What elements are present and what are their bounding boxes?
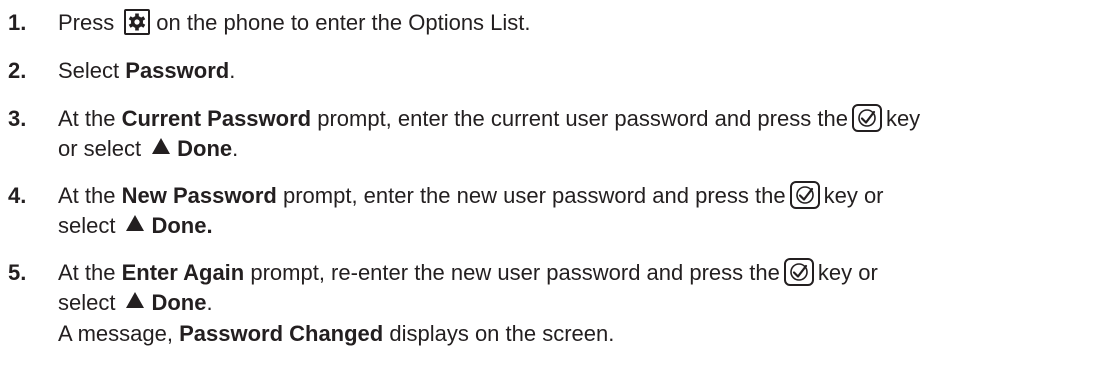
step-text: prompt, enter the current user password … (311, 106, 848, 131)
step-text: select (58, 290, 116, 316)
softkey-label: Done. (151, 213, 213, 239)
step-text: Select (58, 58, 126, 83)
prompt-name: New Password (121, 183, 277, 208)
result-message: Password Changed (179, 320, 384, 346)
step-text: select (58, 213, 116, 239)
checkmark-key-icon (783, 258, 814, 287)
prompt-name: Enter Again (121, 260, 245, 285)
step-number: 5. (8, 260, 27, 285)
checkmark-key-icon (789, 181, 820, 210)
step-text: on the phone to enter the Options List. (156, 10, 531, 35)
step-text: . (206, 290, 213, 316)
step-text: key or (823, 183, 884, 208)
step-result: A message, Password Changed displays on … (58, 319, 1092, 348)
step-text: displays on the screen. (383, 320, 615, 346)
triangle-softkey-icon (125, 287, 145, 316)
step-number: 4. (8, 183, 27, 208)
menu-option-password: Password (125, 58, 230, 83)
step-text: At the (58, 260, 122, 285)
step-text: key or (817, 260, 878, 285)
softkey-label: Done (151, 290, 207, 316)
prompt-name: Current Password (121, 106, 312, 131)
procedure-steps: 1. Press on the phone to enter the Optio… (0, 0, 1102, 381)
step-text: . (232, 136, 239, 162)
step-text: At the (58, 106, 122, 131)
gear-icon (124, 9, 151, 36)
step-number: 3. (8, 106, 27, 131)
step-text: . (229, 58, 236, 83)
step-text: prompt, enter the new user password and … (276, 183, 786, 208)
checkmark-key-icon (851, 104, 882, 133)
step-number: 2. (8, 58, 27, 83)
step-number: 1. (8, 10, 27, 35)
step-text: At the (58, 183, 122, 208)
step-text: prompt, re-enter the new user password a… (244, 260, 780, 285)
step-text: key (885, 106, 921, 131)
step-text: A message, (58, 320, 180, 346)
step-text: or select (58, 136, 142, 162)
triangle-softkey-icon (125, 210, 145, 239)
softkey-label: Done (177, 136, 233, 162)
step-text: Press (58, 10, 115, 35)
triangle-softkey-icon (151, 133, 171, 162)
